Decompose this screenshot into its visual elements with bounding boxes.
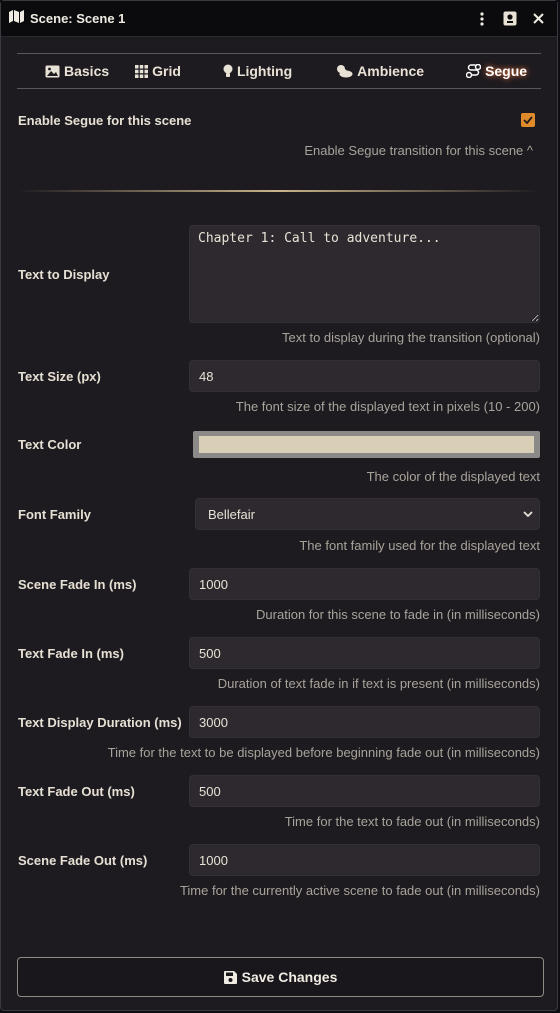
save-changes-label: Save Changes — [241, 969, 338, 985]
tab-label: Ambience — [357, 63, 425, 79]
section-divider — [18, 190, 540, 192]
tab-bar: Basics Grid Lighting Ambience Segue — [17, 53, 541, 89]
tab-basics[interactable]: Basics — [45, 63, 109, 79]
compendium-icon[interactable] — [499, 8, 521, 30]
scene-fade-in-row: Scene Fade In (ms) 1000 — [18, 568, 540, 600]
text-fade-out-hint: Time for the text to fade out (in millis… — [284, 814, 540, 829]
scene-fade-in-hint: Duration for this scene to fade in (in m… — [256, 607, 540, 622]
scene-config-window: Scene: Scene 1 Basics Grid Lighting Ambi… — [0, 0, 558, 1011]
text-fade-out-input[interactable]: 500 — [189, 775, 540, 807]
enable-segue-row: Enable Segue for this scene — [18, 111, 540, 129]
font-family-select[interactable]: Bellefair — [195, 498, 540, 530]
text-display-textarea[interactable]: Chapter 1: Call to adventure... — [189, 225, 540, 323]
lightbulb-icon — [223, 64, 233, 77]
display-duration-input[interactable]: 3000 — [189, 706, 540, 738]
font-family-label: Font Family — [18, 506, 91, 522]
text-size-hint: The font size of the displayed text in p… — [235, 399, 540, 414]
text-color-label: Text Color — [18, 437, 82, 452]
text-display-row: Text to Display Chapter 1: Call to adven… — [18, 225, 540, 323]
text-display-label: Text to Display — [18, 266, 110, 282]
scene-fade-out-row: Scene Fade Out (ms) 1000 — [18, 844, 540, 876]
text-color-picker[interactable] — [193, 431, 540, 458]
text-fade-out-row: Text Fade Out (ms) 500 — [18, 775, 540, 807]
font-family-value: Bellefair — [208, 506, 255, 522]
tab-label: Lighting — [236, 63, 293, 79]
close-icon[interactable] — [527, 8, 549, 30]
chevron-down-icon — [523, 510, 533, 517]
font-family-hint: The font family used for the displayed t… — [299, 538, 540, 553]
map-icon — [9, 9, 24, 28]
text-size-input[interactable]: 48 — [189, 360, 540, 392]
segue-settings-panel: Enable Segue for this scene Enable Segue… — [1, 111, 557, 898]
text-fade-in-input[interactable]: 500 — [189, 637, 540, 669]
tab-lighting[interactable]: Lighting — [223, 63, 292, 79]
display-duration-row: Text Display Duration (ms) 3000 — [18, 706, 540, 738]
text-color-hint: The color of the displayed text — [366, 469, 540, 484]
color-swatch — [199, 436, 534, 453]
tab-segue[interactable]: Segue — [466, 63, 527, 79]
tab-grid[interactable]: Grid — [135, 63, 181, 79]
scene-fade-in-input[interactable]: 1000 — [189, 568, 540, 600]
tab-label: Basics — [64, 63, 110, 79]
text-fade-in-hint: Duration of text fade in if text is pres… — [217, 676, 540, 691]
enable-segue-checkbox[interactable] — [521, 113, 535, 127]
scene-fade-out-hint: Time for the currently active scene to f… — [179, 883, 540, 898]
more-options-icon[interactable] — [471, 8, 493, 30]
display-duration-label: Text Display Duration (ms) — [18, 714, 182, 730]
scene-fade-in-label: Scene Fade In (ms) — [18, 576, 137, 592]
text-color-row: Text Color — [18, 431, 540, 458]
tab-label: Grid — [152, 63, 181, 79]
checkmark-icon — [523, 116, 533, 124]
scene-fade-out-label: Scene Fade Out (ms) — [18, 852, 148, 868]
tab-ambience[interactable]: Ambience — [335, 63, 424, 79]
text-display-hint: Text to display during the transition (o… — [282, 330, 540, 345]
text-fade-in-label: Text Fade In (ms) — [18, 645, 124, 661]
window-header[interactable]: Scene: Scene 1 — [1, 1, 557, 37]
cloud-sun-icon — [337, 65, 353, 78]
text-size-label: Text Size (px) — [18, 368, 101, 384]
image-icon — [45, 65, 60, 77]
route-icon — [466, 64, 482, 78]
display-duration-hint: Time for the text to be displayed before… — [107, 745, 540, 760]
enable-segue-hint: Enable Segue transition for this scene ^ — [304, 143, 533, 158]
scene-fade-out-input[interactable]: 1000 — [189, 844, 540, 876]
text-size-row: Text Size (px) 48 — [18, 360, 540, 392]
save-icon — [223, 970, 237, 984]
font-family-row: Font Family Bellefair — [18, 498, 540, 530]
tab-label: Segue — [485, 63, 528, 79]
grid-icon — [135, 64, 149, 78]
enable-segue-label: Enable Segue for this scene — [18, 112, 192, 128]
text-fade-out-label: Text Fade Out (ms) — [18, 783, 135, 799]
text-fade-in-row: Text Fade In (ms) 500 — [18, 637, 540, 669]
window-title: Scene: Scene 1 — [30, 11, 126, 26]
save-changes-button[interactable]: Save Changes — [17, 957, 544, 997]
